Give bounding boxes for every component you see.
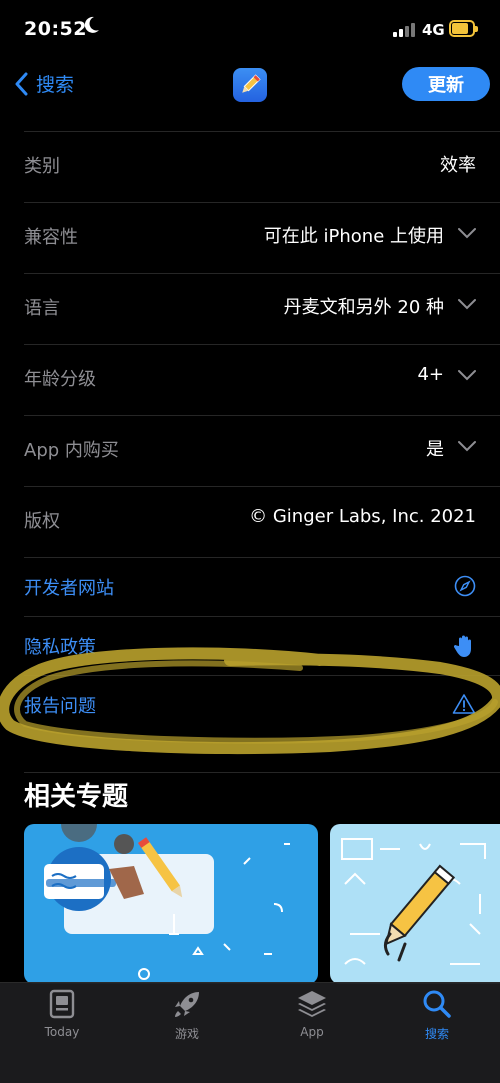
info-label: App 内购买 xyxy=(24,440,119,461)
tab-bar: Today 游戏 App 搜索 xyxy=(0,982,500,1083)
highlight-scribble xyxy=(0,647,500,755)
related-card[interactable] xyxy=(24,824,318,984)
info-row-in-app-purchases[interactable]: App 内购买 是 xyxy=(24,415,500,486)
info-label: 兼容性 xyxy=(24,227,78,248)
moon-icon xyxy=(84,16,99,33)
app-icon xyxy=(233,68,267,102)
info-value: 4+ xyxy=(417,364,444,385)
info-value: 丹麦文和另外 20 种 xyxy=(283,297,444,318)
tab-games[interactable]: 游戏 xyxy=(147,989,227,1042)
info-value: 是 xyxy=(426,439,444,460)
back-label: 搜索 xyxy=(36,74,75,96)
info-value: 效率 xyxy=(440,155,476,176)
card-illustration xyxy=(44,824,290,980)
signal-icon xyxy=(393,23,417,37)
info-row-compatibility[interactable]: 兼容性 可在此 iPhone 上使用 xyxy=(24,202,500,273)
search-icon xyxy=(423,990,451,1018)
tab-label: 搜索 xyxy=(424,1027,449,1041)
info-value: © Ginger Labs, Inc. 2021 xyxy=(249,506,476,527)
compass-icon xyxy=(454,575,476,597)
info-row-age-rating[interactable]: 年龄分级 4+ xyxy=(24,344,500,415)
chevron-down-icon[interactable] xyxy=(458,227,476,239)
related-card[interactable] xyxy=(330,824,500,984)
nav-bar: 搜索 更新 xyxy=(0,60,500,112)
link-label: 开发者网站 xyxy=(24,578,114,599)
tab-apps[interactable]: App xyxy=(272,989,352,1039)
layers-icon xyxy=(298,991,326,1017)
battery-icon xyxy=(449,20,478,37)
developer-website-link[interactable]: 开发者网站 xyxy=(24,557,500,616)
info-value: 可在此 iPhone 上使用 xyxy=(263,226,444,247)
chevron-down-icon[interactable] xyxy=(458,369,476,381)
tab-label: 游戏 xyxy=(174,1027,199,1041)
tab-search[interactable]: 搜索 xyxy=(397,989,477,1042)
info-label: 语言 xyxy=(24,298,60,319)
info-label: 类别 xyxy=(24,156,60,177)
update-button[interactable]: 更新 xyxy=(402,67,490,101)
tab-label: Today xyxy=(44,1025,80,1039)
tab-today[interactable]: Today xyxy=(22,989,102,1039)
network-type: 4G xyxy=(422,21,445,39)
related-title: 相关专题 xyxy=(24,782,129,812)
status-bar: 20:52 4G xyxy=(0,0,500,60)
today-icon xyxy=(49,989,75,1019)
rocket-icon xyxy=(175,992,199,1017)
divider xyxy=(24,772,500,773)
pencil-icon xyxy=(242,74,261,93)
info-row-category: 类别 效率 xyxy=(24,131,500,202)
card-illustration xyxy=(341,838,486,965)
chevron-left-icon xyxy=(15,72,28,95)
status-time: 20:52 xyxy=(24,18,87,40)
info-label: 年龄分级 xyxy=(24,369,96,390)
info-label: 版权 xyxy=(24,511,60,532)
tab-label: App xyxy=(300,1025,324,1039)
back-button[interactable]: 搜索 xyxy=(14,70,74,97)
chevron-down-icon[interactable] xyxy=(458,440,476,452)
chevron-down-icon[interactable] xyxy=(458,298,476,310)
info-row-language[interactable]: 语言 丹麦文和另外 20 种 xyxy=(24,273,500,344)
info-row-copyright: 版权 © Ginger Labs, Inc. 2021 xyxy=(24,486,500,557)
